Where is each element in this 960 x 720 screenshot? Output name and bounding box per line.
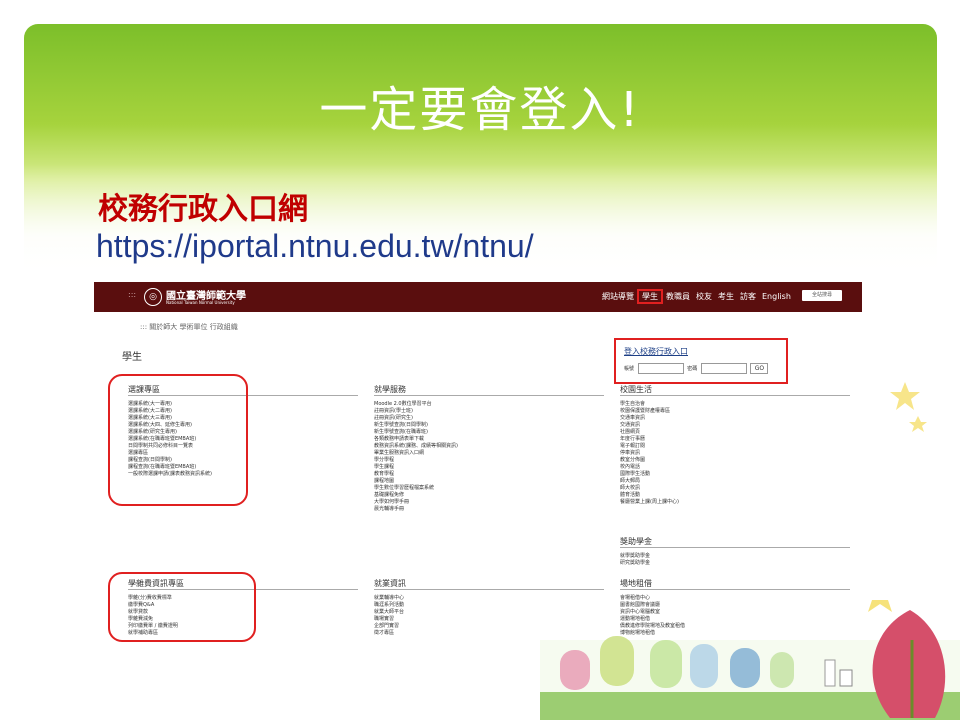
slide-subtitle: 校務行政入口網 — [98, 192, 308, 227]
slide-title: 一定要會登入! — [319, 82, 641, 138]
account-input[interactable] — [637, 363, 684, 374]
university-logo-subtitle: National Taiwan Normal University — [166, 300, 235, 305]
list-item[interactable]: 餐廳營業上課(周上課中心) — [620, 499, 850, 506]
list-item[interactable]: 社團網頁 — [620, 429, 850, 436]
section-campus-life: 校園生活 學生自治會 校園保護暨財產權專區 交通車資訊 交通資訊 社團網頁 年度行事曆 電子… — [620, 386, 850, 506]
star-decorations — [890, 382, 927, 432]
section-heading: 獎助學金 — [620, 538, 850, 548]
section-heading: 就學服務 — [374, 386, 604, 396]
list-item[interactable]: 晨光輔導手冊 — [374, 506, 604, 513]
login-form-row: 帳號 密碼 GO — [624, 363, 769, 374]
section-heading: 就業資訊 — [374, 580, 604, 590]
list-item[interactable]: 學生自治會 — [620, 401, 850, 408]
list-item[interactable]: 停車資訊 — [620, 450, 850, 457]
breadcrumb[interactable]: ::: 關於師大 學術單位 行政組織 — [140, 322, 238, 332]
list-item[interactable]: 教育學程 — [374, 471, 604, 478]
nav-alumni[interactable]: 校友 — [696, 292, 712, 301]
portal-topbar: ::: ◎ 國立臺灣師範大學 National Taiwan Normal Un… — [94, 282, 862, 312]
portal-screenshot: ::: ◎ 國立臺灣師範大學 National Taiwan Normal Un… — [94, 282, 862, 642]
list-item[interactable]: 教室分佈圖 — [620, 457, 850, 464]
nav-english[interactable]: English — [762, 292, 791, 301]
login-panel: 登入校務行政入口 帳號 密碼 GO — [614, 338, 788, 384]
section-heading: 場地租借 — [620, 580, 850, 590]
list-item[interactable]: 校內電話 — [620, 464, 850, 471]
portal-nav: 網站導覽 學生 教職員 校友 考生 訪客 English — [602, 289, 797, 304]
list-item[interactable]: 註冊資訊(學士班) — [374, 408, 604, 415]
list-item[interactable]: 新生學號查詢(日間學制) — [374, 422, 604, 429]
list-item[interactable]: 學生課程 — [374, 464, 604, 471]
list-item[interactable]: 國際學生活動 — [620, 471, 850, 478]
list-item[interactable]: 交通車資訊 — [620, 415, 850, 422]
list-item[interactable]: 研究獎助學金 — [620, 560, 850, 567]
section-study-services: 就學服務 Moodle 2.0數位學習平台 註冊資訊(學士班) 註冊資訊(研究生) 新… — [374, 386, 604, 513]
login-portal-link[interactable]: 登入校務行政入口 — [624, 346, 688, 357]
list-item[interactable]: 體育活動 — [620, 492, 850, 499]
list-item[interactable]: 學生數位學習歷程檔案系統 — [374, 485, 604, 492]
list-item[interactable]: 校園保護暨財產權專區 — [620, 408, 850, 415]
list-item[interactable]: 教務資訊系統(課務、成績等相關資訊) — [374, 443, 604, 450]
login-go-button[interactable]: GO — [750, 363, 769, 374]
list-item[interactable]: 就學獎助學金 — [620, 553, 850, 560]
list-item[interactable]: 各類教務申請表單下載 — [374, 436, 604, 443]
list-item[interactable]: 基礎課程免修 — [374, 492, 604, 499]
nav-visitors[interactable]: 訪客 — [740, 292, 756, 301]
list-item[interactable]: 大學如何學手冊 — [374, 499, 604, 506]
nav-applicants[interactable]: 考生 — [718, 292, 734, 301]
nav-students[interactable]: 學生 — [637, 289, 663, 304]
list-item[interactable]: 畢業生服務資訊入口網 — [374, 450, 604, 457]
page-heading: 學生 — [122, 352, 142, 363]
list-item[interactable]: 課程地圖 — [374, 478, 604, 485]
university-seal-icon: ◎ — [144, 288, 162, 306]
menu-dots-icon[interactable]: ::: — [128, 290, 136, 299]
list-item[interactable]: Moodle 2.0數位學習平台 — [374, 401, 604, 408]
site-search-button[interactable]: 全站搜尋 — [802, 290, 842, 301]
list-item[interactable]: 師大郵局 — [620, 478, 850, 485]
list-item[interactable]: 交通資訊 — [620, 422, 850, 429]
portal-url[interactable]: https://iportal.ntnu.edu.tw/ntnu/ — [96, 228, 534, 265]
password-label: 密碼 — [687, 366, 698, 372]
nav-sitemap[interactable]: 網站導覽 — [602, 292, 634, 301]
list-item[interactable]: 師大校訊 — [620, 485, 850, 492]
highlight-course-selection — [108, 374, 248, 506]
section-heading: 校園生活 — [620, 386, 850, 396]
account-label: 帳號 — [624, 366, 635, 372]
password-input[interactable] — [700, 363, 747, 374]
list-item[interactable]: 電子報訂閱 — [620, 443, 850, 450]
section-scholarships: 獎助學金 就學獎助學金 研究獎助學金 — [620, 538, 850, 567]
list-item[interactable]: 年度行事曆 — [620, 436, 850, 443]
list-item[interactable]: 註冊資訊(研究生) — [374, 415, 604, 422]
decorative-illustration — [540, 600, 960, 720]
highlight-tuition-info — [108, 572, 256, 642]
list-item[interactable]: 學分學程 — [374, 457, 604, 464]
nav-staff[interactable]: 教職員 — [666, 292, 690, 301]
list-item[interactable]: 新生學號查詢(在職專班) — [374, 429, 604, 436]
